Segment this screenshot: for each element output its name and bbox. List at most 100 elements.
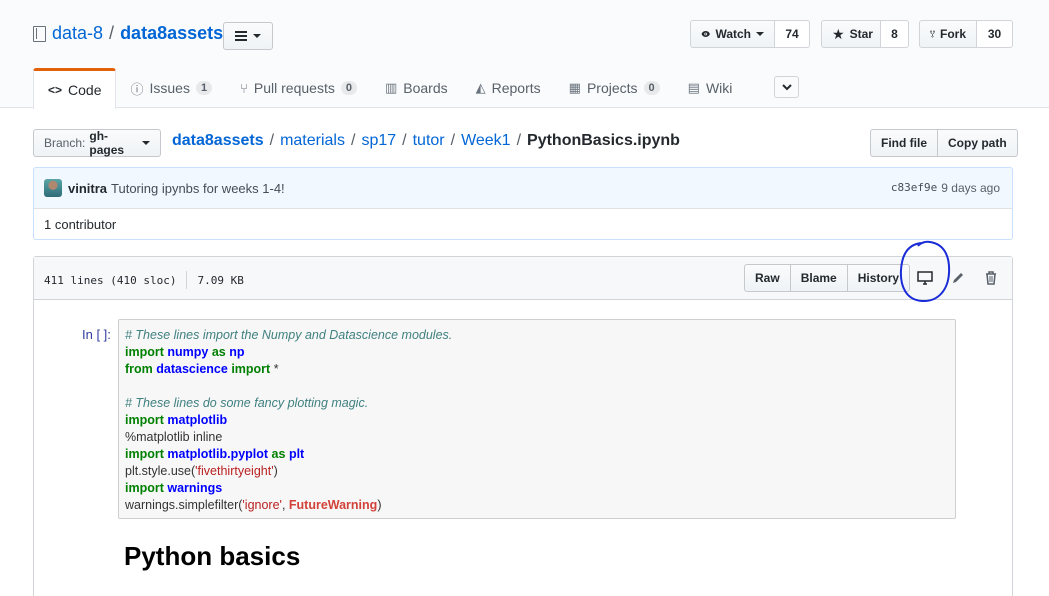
pencil-icon (953, 273, 963, 283)
pull-request-icon: ⑂ (240, 80, 248, 96)
branch-name: gh-pages (89, 129, 125, 157)
star-button[interactable]: ★ Star (821, 20, 881, 48)
avatar[interactable] (44, 179, 62, 197)
repo-icon (33, 25, 46, 42)
tab-label: Code (68, 82, 102, 98)
tab-label: Pull requests (253, 80, 335, 96)
tab-projects[interactable]: ▦ Projects 0 (555, 68, 674, 108)
file-info-divider (186, 271, 188, 289)
raw-button[interactable]: Raw (744, 264, 791, 292)
watch-button[interactable]: Watch (690, 20, 775, 48)
breadcrumb-separator: / (350, 132, 356, 149)
breadcrumb: data8assets / materials / sp17 / tutor /… (172, 132, 680, 150)
commit-sha-link[interactable]: c83ef9e (891, 181, 937, 195)
breadcrumb-item-tutor[interactable]: tutor (413, 132, 445, 150)
tab-reports[interactable]: ◭ Reports (462, 68, 555, 108)
commit-message-link[interactable]: Tutoring ipynbs for weeks 1-4! (111, 181, 285, 196)
tab-pull-requests[interactable]: ⑂ Pull requests 0 (226, 68, 371, 108)
fork-count[interactable]: 30 (977, 20, 1013, 48)
repo-title-separator: / (109, 23, 115, 43)
issue-icon: ⓘ (130, 81, 144, 97)
breadcrumb-separator: / (450, 132, 456, 149)
breadcrumb-item-materials[interactable]: materials (280, 132, 345, 150)
code-line: # These lines import the Numpy and Datas… (125, 328, 453, 342)
commit-author-link[interactable]: vinitra (68, 181, 107, 196)
boards-icon: ▥ (384, 80, 398, 95)
file-info: 411 lines (410 sloc) 7.09 KB (44, 271, 244, 289)
breadcrumb-item-week1[interactable]: Week1 (461, 132, 511, 150)
commit-tease: vinitra Tutoring ipynbs for weeks 1-4! c… (33, 167, 1013, 209)
cell-prompt: In [ ]: (82, 327, 111, 342)
delete-file-button[interactable] (980, 267, 1002, 289)
breadcrumb-current-file: PythonBasics.ipynb (527, 132, 680, 149)
tab-counter: 1 (195, 81, 213, 95)
breadcrumb-separator: / (402, 132, 407, 149)
repo-name-link[interactable]: data8assets (120, 23, 223, 44)
star-label: Star (849, 27, 873, 41)
tab-label: Projects (586, 80, 638, 96)
code-line: import matplotlib.pyplot as plt (125, 447, 305, 461)
code-line: import matplotlib (125, 413, 228, 427)
tab-counter: 0 (340, 81, 357, 95)
repo-menu-button[interactable] (223, 22, 273, 50)
more-tabs-button[interactable] (774, 76, 799, 98)
markdown-heading: Python basics (124, 541, 301, 571)
file-size: 7.09 KB (197, 273, 244, 287)
find-file-button[interactable]: Find file (870, 129, 938, 157)
code-line: import warnings (125, 481, 223, 495)
edit-file-button[interactable] (947, 267, 969, 289)
code-icon: <> (48, 83, 63, 97)
history-button[interactable]: History (846, 264, 911, 292)
star-icon: ★ (832, 25, 845, 42)
code-line: from datascience import * (125, 362, 279, 376)
file-line-count: 411 lines (410 sloc) (44, 273, 177, 287)
contributors-summary: 1 contributor (33, 208, 1013, 240)
code-line: warnings.simplefilter('ignore', FutureWa… (125, 498, 382, 512)
branch-select-button[interactable]: Branch: gh-pages (33, 129, 161, 157)
watch-group: Watch 74 (690, 20, 810, 48)
breadcrumb-separator: / (269, 132, 275, 149)
watch-count[interactable]: 74 (775, 20, 810, 48)
file-nav-buttons: Find file Copy path (870, 129, 1018, 157)
code-cell: # These lines import the Numpy and Datas… (118, 319, 956, 519)
repo-title: data-8 / data8assets (33, 23, 223, 44)
code-line: plt.style.use('fivethirtyeight') (125, 464, 278, 478)
code-line: # These lines do some fancy plotting mag… (125, 396, 369, 410)
fork-label: Fork (939, 27, 966, 41)
copy-path-button[interactable]: Copy path (937, 129, 1018, 157)
breadcrumb-item-repo[interactable]: data8assets (172, 132, 264, 150)
contributors-count[interactable]: 1 contributor (44, 217, 116, 232)
open-desktop-button[interactable] (914, 267, 936, 289)
star-group: ★ Star 8 (821, 20, 909, 48)
fork-group: Fork 30 (919, 20, 1013, 48)
watch-label: Watch (715, 27, 751, 41)
tab-boards[interactable]: ▥ Boards (371, 68, 462, 108)
tab-wiki[interactable]: ▤ Wiki (674, 68, 747, 108)
chevron-down-icon (142, 141, 150, 145)
branch-label: Branch: (44, 136, 86, 150)
star-count[interactable]: 8 (881, 20, 909, 48)
repo-owner-link[interactable]: data-8 (52, 23, 103, 44)
code-line: import numpy as np (125, 345, 245, 359)
chevron-down-icon (756, 32, 764, 36)
fork-button[interactable]: Fork (919, 20, 977, 48)
eye-icon (701, 31, 710, 37)
file-action-buttons: Raw Blame History (744, 264, 911, 292)
list-icon (235, 31, 247, 41)
blame-button[interactable]: Blame (789, 264, 848, 292)
tab-label: Reports (491, 80, 541, 96)
tab-code[interactable]: <> Code (33, 68, 117, 109)
repo-header: data-8 / data8assets Watch 74 ★ Star 8 F… (0, 0, 1049, 109)
book-icon: ▤ (687, 80, 700, 95)
breadcrumb-item-sp17[interactable]: sp17 (361, 132, 396, 150)
trash-icon (986, 271, 996, 285)
commit-time: 9 days ago (941, 181, 1000, 195)
tab-label: Wiki (705, 80, 733, 96)
fork-icon (930, 30, 935, 38)
tab-counter: 0 (643, 81, 660, 95)
tab-label: Issues (149, 80, 190, 96)
tab-label: Boards (403, 80, 448, 96)
tab-issues[interactable]: ⓘ Issues 1 (116, 68, 226, 108)
breadcrumb-separator: / (516, 132, 522, 149)
